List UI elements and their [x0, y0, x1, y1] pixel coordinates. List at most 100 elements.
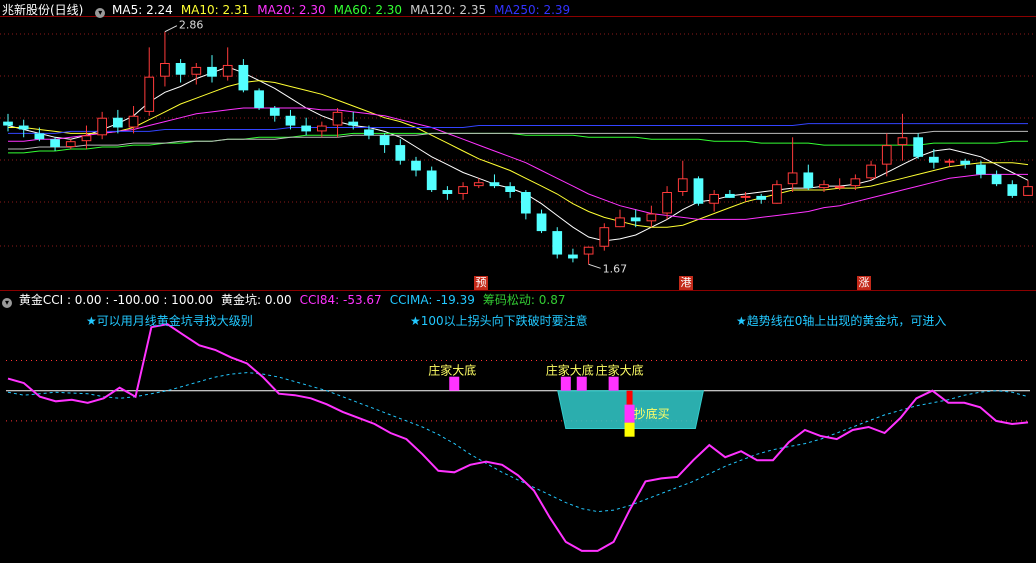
candle-body [254, 90, 264, 108]
candle-34 [536, 209, 547, 234]
settings-icon[interactable]: ▾ [95, 8, 106, 18]
candle-55 [866, 160, 876, 181]
candle-body [677, 178, 688, 192]
candle-19 [301, 117, 312, 136]
candle-57 [897, 113, 908, 161]
candle-42 [662, 186, 672, 220]
candle-body [960, 160, 971, 165]
candle-16 [254, 88, 264, 110]
candle-14 [222, 47, 233, 81]
settings-icon[interactable]: ▾ [2, 298, 12, 308]
candle-44 [693, 176, 704, 206]
candle-body [128, 115, 139, 128]
candle-13 [207, 55, 217, 83]
candle-body [489, 182, 500, 187]
candle-8 [128, 106, 139, 134]
candle-body [819, 184, 829, 189]
candle-46 [724, 190, 735, 198]
candle-6 [97, 111, 108, 140]
candle-body [646, 213, 657, 222]
candle-58 [913, 133, 924, 159]
candle-body [285, 115, 296, 126]
candle-body [34, 133, 45, 140]
ma-legend-item-1: MA10: 2.31 [180, 3, 250, 17]
candle-body [881, 145, 892, 165]
candle-31 [489, 174, 500, 189]
low-label: 1.67 [603, 262, 628, 275]
candle-body [426, 170, 437, 191]
candle-body [740, 195, 751, 198]
signal-bar-yellow [624, 422, 635, 437]
candle-body [944, 160, 955, 163]
high-label: 2.86 [179, 19, 204, 32]
candle-body [175, 63, 186, 75]
candle-35 [552, 227, 563, 259]
indicator-legend: 黄金坑: 0.00 CCI84: -53.67 CCIMA: -19.39 筹码松动:… [221, 293, 573, 307]
stock-title[interactable]: 兆新股份(日线) [2, 3, 83, 17]
bottom-marker-bar [449, 376, 460, 391]
candle-body [395, 145, 406, 161]
candle-body [473, 182, 484, 187]
candle-body [144, 76, 155, 112]
indicator-legend-item-2: CCIMA: -19.39 [389, 293, 475, 307]
candle-body [97, 117, 108, 136]
low-arrow [588, 263, 601, 269]
indicator-legend-item-0: 黄金坑: 0.00 [221, 293, 292, 307]
note-zero-axis: ★趋势线在0轴上出现的黄金坑，可进入 [736, 314, 947, 328]
candle-body [238, 64, 249, 91]
cci84-line [7, 323, 1029, 552]
candle-36 [568, 248, 578, 263]
bottom-marker-bar [576, 376, 587, 391]
candle-body [662, 192, 672, 214]
candle-3 [50, 137, 60, 151]
candle-body [615, 217, 625, 228]
ma-line-ma250 [8, 123, 1028, 134]
tag-rise: 涨 [857, 276, 871, 290]
bottom-marker-bar [560, 376, 571, 391]
candle-38 [599, 223, 610, 251]
indicator-panel-header: ▾ 黄金CCI : 0.00 : -100.00 : 100.00 黄金坑: 0… [2, 292, 581, 308]
high-arrow [164, 25, 178, 33]
candle-body [207, 66, 217, 77]
candle-body [222, 64, 233, 77]
ma-line-ma20 [8, 107, 1028, 220]
candle-28 [442, 186, 453, 200]
candle-body [709, 193, 720, 204]
candle-body [191, 66, 202, 75]
price-panel-header: 兆新股份(日线) ▾ MA5: 2.24 MA10: 2.31 MA20: 2.30… [2, 2, 586, 18]
candle-1 [18, 119, 29, 138]
candle-body [301, 125, 312, 132]
candle-43 [677, 160, 688, 196]
indicator-legend-item-1: CCI84: -53.67 [299, 293, 382, 307]
candle-body [850, 178, 861, 187]
candle-body [756, 195, 767, 200]
candle-25 [395, 139, 406, 165]
candle-body [928, 156, 939, 163]
candle-body [1023, 186, 1033, 196]
candle-21 [332, 107, 343, 138]
candle-body [112, 117, 123, 128]
signal-bar-red [626, 390, 633, 405]
indicator-title[interactable]: 黄金CCI : 0.00 : -100.00 : 100.00 [19, 293, 213, 307]
candle-body [1007, 184, 1018, 196]
note-turning-down: ★100以上拐头向下跌破时要注意 [410, 314, 588, 328]
ccima-line [7, 372, 1029, 513]
candle-63 [991, 170, 1002, 187]
candle-body [772, 184, 782, 204]
candle-body [803, 172, 814, 189]
candle-body [411, 160, 421, 171]
candle-10 [160, 31, 170, 87]
marker-label-2: 庄家大底 [596, 363, 644, 378]
candle-51 [803, 164, 814, 191]
marker-label-0: 庄家大底 [428, 363, 476, 378]
candle-body [316, 125, 327, 132]
ma-line-ma10 [8, 80, 1029, 228]
candle-body [599, 227, 610, 247]
candle-body [866, 164, 876, 179]
candle-body [3, 121, 13, 126]
candle-body [552, 231, 563, 255]
candle-17 [269, 106, 280, 122]
candle-56 [881, 133, 892, 177]
ma-legend-item-5: MA250: 2.39 [494, 3, 571, 17]
ma-legend-item-0: MA5: 2.24 [112, 3, 173, 17]
